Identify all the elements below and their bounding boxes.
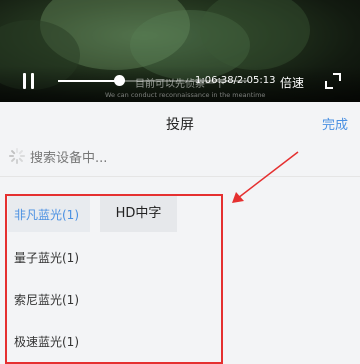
annotation-arrow-icon (232, 151, 299, 203)
